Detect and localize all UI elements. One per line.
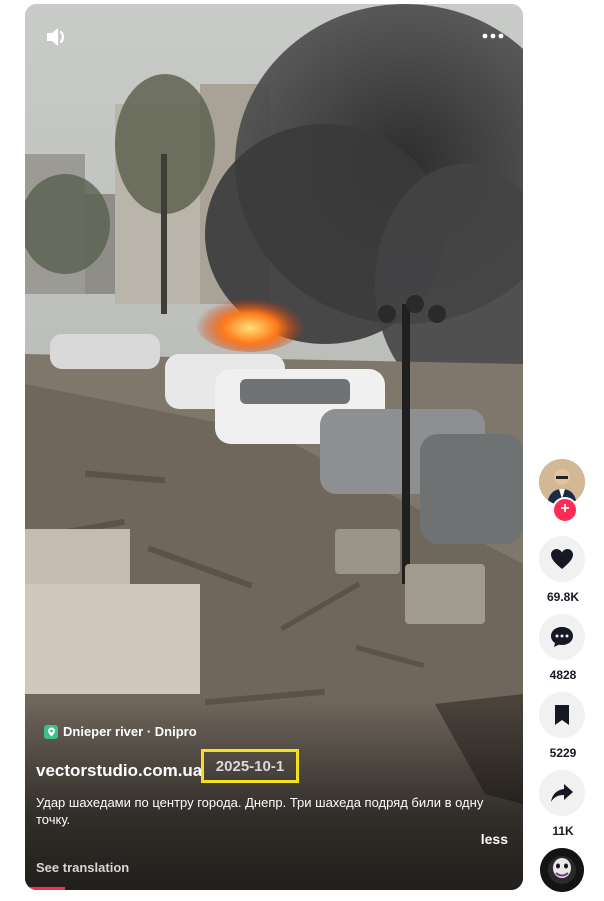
like-button[interactable] [539, 536, 585, 582]
progress-bar[interactable] [25, 887, 65, 890]
location-tag[interactable]: Dnieper river · Dnipro [44, 724, 197, 739]
post-date: 2025-10-1 [215, 757, 285, 775]
save-button[interactable] [539, 692, 585, 738]
follow-plus-button[interactable]: + [552, 497, 578, 523]
share-button[interactable] [539, 770, 585, 816]
author-name[interactable]: vectorstudio.com.ua [36, 761, 202, 781]
volume-icon[interactable] [45, 26, 71, 48]
comment-button[interactable] [539, 614, 585, 660]
less-button[interactable]: less [481, 831, 508, 847]
music-disc-icon[interactable] [540, 848, 584, 892]
like-count: 69.8K [546, 590, 580, 604]
save-count: 5229 [549, 746, 577, 760]
see-translation-link[interactable]: See translation [36, 860, 129, 875]
date-highlight-box: 2025-10-1 [201, 749, 299, 783]
video-player[interactable]: Dnieper river · Dnipro vectorstudio.com.… [25, 4, 523, 890]
share-arrow-icon [551, 784, 573, 802]
comment-count: 4828 [549, 668, 577, 682]
location-label: Dnieper river · Dnipro [63, 724, 197, 739]
share-count: 11K [552, 824, 574, 838]
more-options-icon[interactable] [481, 28, 505, 39]
comment-icon [551, 627, 573, 647]
video-caption: Удар шахедами по центру города. Днепр. Т… [36, 795, 484, 827]
heart-icon [551, 549, 573, 569]
bookmark-icon [555, 705, 569, 725]
location-pin-icon [44, 724, 58, 739]
